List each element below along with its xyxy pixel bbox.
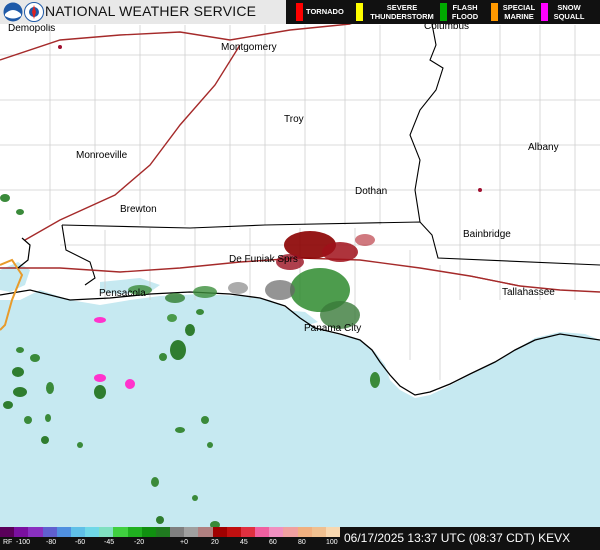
nws-banner: NATIONAL WEATHER SERVICE: [0, 0, 286, 24]
city-label: Albany: [528, 142, 559, 153]
legend-swatch: [491, 3, 498, 21]
radar-timestamp: 06/17/2025 13:37 UTC (08:37 CDT) KEVX: [340, 527, 600, 550]
legend-item-tornado: TORNADO: [296, 0, 356, 24]
city-label: Monroeville: [76, 150, 128, 161]
scale-label: -100: [16, 539, 31, 546]
footer-bar: RF -100 -80 -60 -45 -20 +0 20 45 60 80 1…: [0, 527, 600, 550]
legend-label: SPECIAL MARINE: [502, 3, 536, 21]
scale-label: 100: [326, 539, 338, 546]
legend-item-special-marine: SPECIAL MARINE: [491, 0, 546, 24]
header-bar: NATIONAL WEATHER SERVICE TORNADO SEVERE …: [0, 0, 600, 24]
scale-label: 80: [298, 539, 306, 546]
noaa-logo-icon: [3, 2, 23, 22]
city-label: De Funiak Sprs: [229, 254, 298, 265]
city-label: Demopolis: [8, 23, 55, 34]
legend-swatch: [296, 3, 303, 21]
scale-label: -45: [104, 539, 115, 546]
city-label: Tallahassee: [502, 287, 555, 298]
radar-map[interactable]: Demopolis Montgomery Columbus Troy Monro…: [0, 0, 600, 550]
legend-item-severe-thunderstorm: SEVERE THUNDERSTORM: [356, 0, 446, 24]
scale-label: 60: [269, 539, 277, 546]
scale-labels: RF -100 -80 -60 -45 -20 +0 20 45 60 80 1…: [0, 537, 340, 550]
city-label: Brewton: [120, 204, 157, 215]
warning-legend: TORNADO SEVERE THUNDERSTORM FLASH FLOOD …: [286, 0, 600, 24]
legend-swatch: [541, 3, 548, 21]
legend-label: SEVERE THUNDERSTORM: [370, 3, 434, 21]
legend-label: TORNADO: [306, 7, 344, 16]
legend-swatch: [440, 3, 447, 21]
reflectivity-scale: [0, 527, 341, 537]
legend-item-flash-flood: FLASH FLOOD: [440, 0, 490, 24]
city-label: Bainbridge: [463, 229, 511, 240]
scale-label: RF: [3, 539, 13, 546]
scale-label: -60: [75, 539, 86, 546]
legend-label: SNOW SQUALL: [553, 3, 585, 21]
city-label: Dothan: [355, 186, 387, 197]
city-label: Montgomery: [221, 42, 277, 53]
scale-label: -20: [134, 539, 145, 546]
legend-label: FLASH FLOOD: [451, 3, 479, 21]
city-label: Troy: [284, 114, 304, 125]
city-label: Pensacola: [99, 288, 146, 299]
scale-label: 45: [240, 539, 248, 546]
scale-label: 20: [211, 539, 219, 546]
legend-item-snow-squall: SNOW SQUALL: [541, 0, 596, 24]
page-title: NATIONAL WEATHER SERVICE: [45, 3, 257, 19]
nws-logo-icon: [24, 2, 44, 22]
scale-label: +0: [180, 539, 188, 546]
scale-label: -80: [46, 539, 57, 546]
legend-swatch: [356, 3, 363, 21]
city-label: Panama City: [304, 323, 361, 334]
